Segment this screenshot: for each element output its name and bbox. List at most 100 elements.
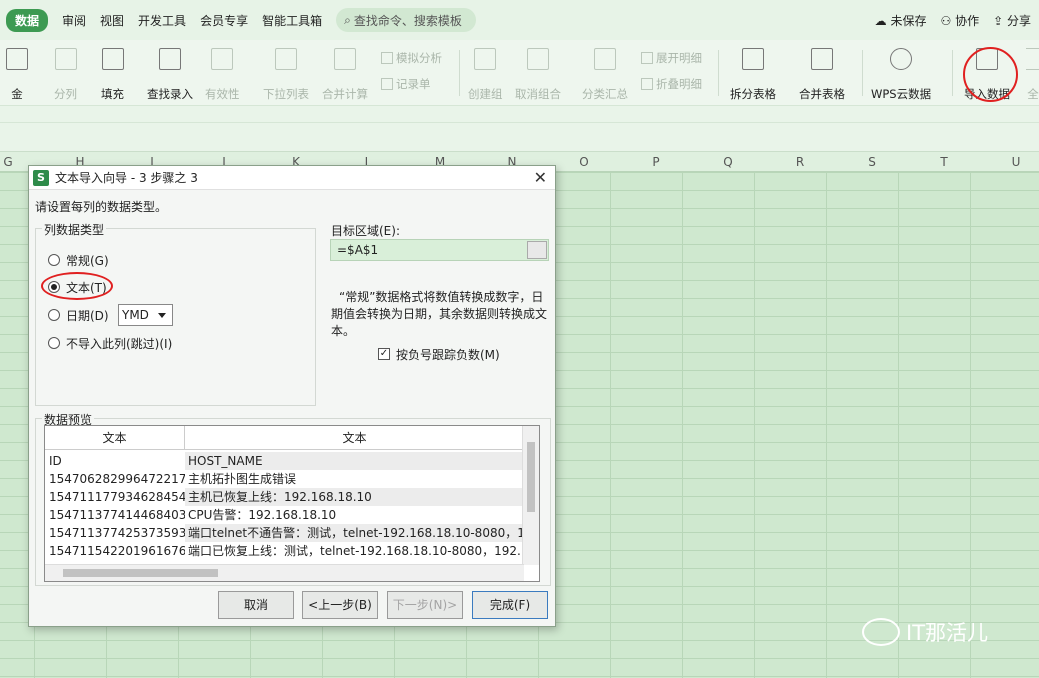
ribbon-separator xyxy=(862,50,863,96)
merge-table-button[interactable]: 合并表格 xyxy=(799,46,845,102)
column-header[interactable]: O xyxy=(574,155,594,169)
watermark-text: IT那活儿 xyxy=(906,621,989,645)
date-format-select[interactable]: YMD xyxy=(118,304,173,326)
tab-member[interactable]: 会员专享 xyxy=(200,12,248,29)
expand-detail-button[interactable]: 展开明细 xyxy=(641,48,702,68)
subtotal-button[interactable]: 分类汇总 xyxy=(582,46,628,102)
tab-data[interactable]: 数据 xyxy=(6,8,49,32)
column-header[interactable]: R xyxy=(790,155,810,169)
find-entry-button[interactable]: 查找录入 xyxy=(147,46,193,102)
radio-skip[interactable] xyxy=(48,337,60,349)
date-format-value: YMD xyxy=(122,308,149,322)
validity-button[interactable]: 有效性 xyxy=(205,46,240,102)
preview-cell: 端口已恢复上线：测试，telnet-192.168.18.10-8080，192… xyxy=(188,544,524,558)
finish-button[interactable]: 完成(F) xyxy=(472,591,548,619)
horizontal-scrollbar[interactable] xyxy=(45,564,524,581)
negative-checkbox[interactable]: ✓ xyxy=(378,348,390,360)
cancel-button[interactable]: 取消 xyxy=(218,591,294,619)
scroll-thumb[interactable] xyxy=(527,442,535,512)
right-tools: ☁ 未保存 ⚇ 协作 ⇪ 分享 xyxy=(875,0,1031,40)
search-icon: ⌕ xyxy=(344,12,351,27)
annotation-circle xyxy=(41,272,113,300)
column-header[interactable]: U xyxy=(1006,155,1026,169)
search-placeholder: 查找命令、搜索模板 xyxy=(353,13,462,28)
close-icon[interactable]: ✕ xyxy=(534,168,547,187)
preview-cell: 主机已恢复上线：192.168.18.10 xyxy=(185,488,524,506)
preview-cell: 1547113774253735936 xyxy=(49,526,185,540)
annotation-circle xyxy=(963,47,1018,102)
ribbon-separator xyxy=(718,50,719,96)
column-header[interactable]: Q xyxy=(718,155,738,169)
ungroup-button[interactable]: 取消组合 xyxy=(515,46,561,102)
sim-analysis-icon xyxy=(381,52,393,64)
column-header[interactable]: P xyxy=(646,155,666,169)
tab-view[interactable]: 视图 xyxy=(100,12,124,29)
collab-button[interactable]: ⚇ 协作 xyxy=(940,12,979,29)
column-header[interactable]: G xyxy=(0,155,18,169)
command-search[interactable]: ⌕ 查找命令、搜索模板 xyxy=(336,8,477,32)
sim-analysis-button[interactable]: 模拟分析 xyxy=(381,48,442,68)
find-entry-icon xyxy=(159,48,181,70)
vertical-scrollbar[interactable] xyxy=(522,426,539,565)
share-button[interactable]: ⇪ 分享 xyxy=(993,12,1031,29)
chevron-down-icon xyxy=(158,313,166,318)
preview-cell: CPU告警：192.168.18.10 xyxy=(188,508,337,522)
dropdown-list-icon xyxy=(275,48,297,70)
split-column-button[interactable]: 分列 xyxy=(54,46,77,102)
wps-sheet-icon: S xyxy=(33,169,49,186)
preview-cell: 主机拓扑图生成错误 xyxy=(188,472,297,486)
collapse-detail-button[interactable]: 折叠明细 xyxy=(641,74,702,94)
fill-button[interactable]: 填充 xyxy=(101,46,124,102)
column-header[interactable]: S xyxy=(862,155,882,169)
create-group-icon xyxy=(474,48,497,70)
share-icon: ⇪ xyxy=(993,13,1004,28)
preview-header[interactable]: 文本 xyxy=(185,426,524,450)
next-step-button[interactable]: 下一步(N)> xyxy=(387,591,463,619)
expand-detail-icon xyxy=(641,52,653,64)
negative-label[interactable]: 按负号跟踪负数(M) xyxy=(396,346,500,363)
radio-general-label[interactable]: 常规(G) xyxy=(66,252,109,269)
preview-cell: ID xyxy=(49,454,62,468)
watermark: IT那活儿 xyxy=(862,617,988,647)
radio-date[interactable] xyxy=(48,309,60,321)
column-header[interactable]: T xyxy=(934,155,954,169)
clipped-icon xyxy=(1026,48,1039,70)
group-label: 列数据类型 xyxy=(42,221,107,238)
ungroup-icon xyxy=(527,48,549,70)
formula-bar[interactable] xyxy=(0,106,1039,152)
scroll-thumb[interactable] xyxy=(63,569,218,577)
create-group-button[interactable]: 创建组 xyxy=(468,46,503,102)
text-import-wizard-dialog: S 文本导入向导 - 3 步骤之 3 ✕ 请设置每列的数据类型。 列数据类型 常… xyxy=(28,165,556,627)
previous-step-button[interactable]: <上一步(B) xyxy=(302,591,378,619)
fill-icon xyxy=(101,48,124,70)
dropdown-list-button[interactable]: 下拉列表 xyxy=(263,46,309,102)
preview-cell: HOST_NAME xyxy=(185,452,524,470)
merge-calc-icon xyxy=(334,48,356,70)
unsaved-button[interactable]: ☁ 未保存 xyxy=(875,12,927,29)
tab-developer[interactable]: 开发工具 xyxy=(138,12,186,29)
ribbon-clipped-left[interactable]: 金 xyxy=(0,46,36,102)
preview-header[interactable]: 文本 xyxy=(45,426,185,450)
wps-cloud-data-button[interactable]: WPS云数据 xyxy=(871,46,931,102)
target-range-input[interactable]: =$A$1 xyxy=(330,239,549,261)
ribbon-clipped-right[interactable]: 全 xyxy=(1026,46,1039,102)
collapse-detail-icon xyxy=(641,78,653,90)
target-range-value: =$A$1 xyxy=(337,243,379,257)
merge-table-icon xyxy=(811,48,833,70)
range-picker-icon[interactable] xyxy=(527,241,547,259)
cloud-data-icon xyxy=(890,48,913,70)
preview-cell: 1547062829964722176 xyxy=(49,472,185,486)
validity-icon xyxy=(211,48,234,70)
record-button[interactable]: 记录单 xyxy=(381,74,431,94)
radio-general[interactable] xyxy=(48,254,60,266)
record-icon xyxy=(381,78,393,90)
tab-smart-toolbox[interactable]: 智能工具箱 xyxy=(262,12,322,29)
data-preview-table[interactable]: 文本 文本 ID HOST_NAME 1547062829964722176 主… xyxy=(44,425,540,582)
radio-date-label[interactable]: 日期(D) xyxy=(66,307,109,324)
dialog-titlebar[interactable]: S 文本导入向导 - 3 步骤之 3 ✕ xyxy=(29,166,555,190)
preview-cell: 1547111779346284544 xyxy=(49,490,185,504)
tab-review[interactable]: 审阅 xyxy=(62,12,86,29)
split-table-button[interactable]: 拆分表格 xyxy=(730,46,776,102)
radio-skip-label[interactable]: 不导入此列(跳过)(I) xyxy=(66,335,172,352)
merge-calc-button[interactable]: 合并计算 xyxy=(322,46,368,102)
